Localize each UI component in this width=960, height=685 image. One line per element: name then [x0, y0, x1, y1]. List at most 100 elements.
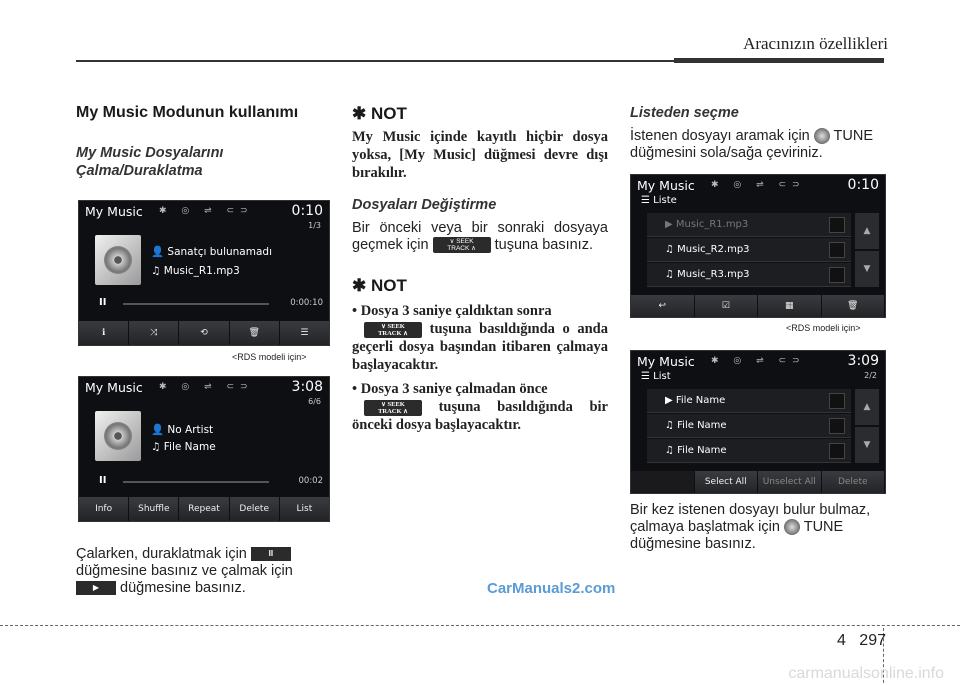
- checkbox[interactable]: [829, 418, 845, 434]
- list-item[interactable]: ▶ Music_R1.mp3: [647, 213, 851, 237]
- clock: 3:08: [291, 379, 323, 395]
- delete-button[interactable]: Delete: [821, 471, 885, 493]
- column-1: My Music Modunun kullanımı My Music Dosy…: [76, 100, 331, 180]
- track-counter: 6/6: [308, 397, 321, 406]
- song-line: ♫ Music_R1.mp3: [151, 265, 240, 277]
- status-icons: ✱ ◎ ⇌ ⊂⊃: [711, 356, 806, 366]
- list-header: ☰ Liste: [641, 195, 677, 206]
- list-screen-1: My Music ✱ ◎ ⇌ ⊂⊃ 0:10 ☰ Liste ▶ Music_R…: [630, 174, 886, 318]
- section-heading: My Music Modunun kullanımı: [76, 104, 299, 121]
- clock: 0:10: [291, 203, 323, 219]
- list-item[interactable]: ♫ File Name: [647, 439, 851, 463]
- page-counter: 2/2: [864, 371, 877, 380]
- caption-rds-3: <RDS modeli için>: [786, 323, 861, 333]
- list-label: Liste: [653, 195, 677, 206]
- checkbox[interactable]: [829, 267, 845, 283]
- tune-knob-icon: [813, 128, 830, 145]
- tune-knob-icon: [783, 519, 800, 536]
- seek-label: SEEK: [387, 322, 405, 330]
- list-item-label: File Name: [677, 420, 727, 431]
- para-text: düğmesine basınız ve çalmak için: [76, 563, 293, 579]
- pause-icon[interactable]: II: [99, 475, 106, 486]
- list-header: ☰ List: [641, 371, 671, 382]
- list-button-bar: ↩ ☑ ▦ 🗑: [631, 295, 885, 317]
- select-all-icon[interactable]: ▦: [758, 295, 822, 317]
- screen-title: My Music: [637, 354, 695, 369]
- info-button[interactable]: Info: [79, 497, 130, 521]
- bullet-text: • Dosya 3 saniye çalmadan önce: [352, 381, 548, 397]
- clock: 0:10: [847, 177, 879, 193]
- checkbox[interactable]: [829, 217, 845, 233]
- track-label: TRACK: [378, 329, 402, 337]
- seek-track-button-icon: ∨ SEEK TRACK ∧: [364, 399, 422, 416]
- checkbox[interactable]: [829, 393, 845, 409]
- list-button[interactable]: List: [279, 497, 329, 521]
- note-title-2: ✱ NOT: [352, 276, 407, 295]
- header-title: Aracınızın özellikleri: [743, 34, 888, 53]
- seek-track-button-icon: ∨ SEEK TRACK ∧: [432, 237, 491, 254]
- shuffle-icon[interactable]: ⤨: [129, 321, 180, 345]
- list-item-label: Music_R1.mp3: [675, 219, 749, 230]
- change-files-paragraph: Bir önceki veya bir sonraki dosyaya geçm…: [352, 220, 608, 254]
- artist-line: 👤 Sanatçı bulunamadı: [151, 246, 272, 258]
- unselect-all-button[interactable]: Unselect All: [758, 471, 822, 493]
- footer-rule: [0, 625, 960, 626]
- list-item-label: Music_R3.mp3: [677, 269, 750, 280]
- artist-name: No Artist: [167, 424, 214, 436]
- seek-label: SEEK: [387, 400, 405, 408]
- progress-bar[interactable]: [123, 303, 269, 305]
- repeat-button[interactable]: Repeat: [179, 497, 230, 521]
- now-playing-screen-1: My Music ✱ ◎ ⇌ ⊂⊃ 0:10 1/3 👤 Sanatçı bul…: [78, 200, 330, 346]
- list-item[interactable]: ♫ Music_R2.mp3: [647, 238, 851, 262]
- button-bar: Info Shuffle Repeat Delete List: [79, 497, 329, 521]
- pause-icon[interactable]: II: [99, 297, 106, 308]
- select-all-button[interactable]: Select All: [694, 471, 758, 493]
- album-art-icon: [95, 235, 141, 285]
- scroll-down-icon[interactable]: ▼: [855, 427, 879, 463]
- subheading-change-files: Dosyaları Değiştirme: [352, 197, 497, 213]
- scroll-up-icon[interactable]: ▲: [855, 213, 879, 249]
- artist-name: Sanatçı bulunamadı: [167, 246, 272, 258]
- bullet-2: • Dosya 3 saniye çalmadan önce ∨ SEEK TRA…: [352, 380, 608, 434]
- search-paragraph: İstenen dosyayı aramak için TUNE düğmesi…: [630, 128, 886, 162]
- bullet-text: • Dosya 3 saniye çaldıktan sonra: [352, 303, 552, 319]
- track-counter: 1/3: [308, 221, 321, 230]
- list-item[interactable]: ♫ File Name: [647, 414, 851, 438]
- list-icon[interactable]: ☰: [279, 321, 329, 345]
- elapsed-time: 00:02: [298, 476, 324, 486]
- scroll-up-icon[interactable]: ▲: [855, 389, 879, 425]
- watermark-bottom: carmanualsonline.info: [788, 665, 944, 682]
- track-label: TRACK: [447, 245, 470, 253]
- screen-title: My Music: [85, 204, 143, 219]
- screen-title: My Music: [85, 380, 143, 395]
- para-text: tuşuna basınız.: [494, 237, 593, 253]
- header-rule-accent: [674, 58, 884, 63]
- list-item[interactable]: ▶ File Name: [647, 389, 851, 413]
- subheading-list-select: Listeden seçme: [630, 105, 739, 121]
- clock: 3:09: [847, 353, 879, 369]
- checkbox[interactable]: [829, 443, 845, 459]
- status-icons: ✱ ◎ ⇌ ⊂⊃: [159, 206, 254, 216]
- track-label: TRACK: [378, 407, 402, 415]
- progress-row: II 00:02: [79, 475, 329, 489]
- delete-icon[interactable]: 🗑: [821, 295, 885, 317]
- progress-bar[interactable]: [123, 481, 269, 483]
- page-number-value: 297: [859, 632, 886, 649]
- seek-label: SEEK: [456, 238, 474, 246]
- start-play-paragraph: Bir kez istenen dosyayı bulur bulmaz, ça…: [630, 502, 886, 553]
- scroll-down-icon[interactable]: ▼: [855, 251, 879, 287]
- column-2: ✱ NOT My Music içinde kayıtlı hiçbir dos…: [352, 100, 608, 434]
- shuffle-button[interactable]: Shuffle: [129, 497, 180, 521]
- select-icon[interactable]: ☑: [694, 295, 758, 317]
- checkbox[interactable]: [829, 242, 845, 258]
- para-text: Çalarken, duraklatmak için: [76, 546, 247, 562]
- song-name: Music_R1.mp3: [163, 265, 240, 277]
- back-icon[interactable]: ↩: [631, 295, 695, 317]
- list-item-label: Music_R2.mp3: [677, 244, 750, 255]
- delete-button[interactable]: Delete: [229, 497, 280, 521]
- repeat-icon[interactable]: ⟲: [179, 321, 230, 345]
- list-screen-2: My Music ✱ ◎ ⇌ ⊂⊃ 3:09 2/2 ☰ List ▶ File…: [630, 350, 886, 494]
- delete-icon[interactable]: 🗑: [229, 321, 280, 345]
- info-icon[interactable]: ℹ: [79, 321, 130, 345]
- list-item[interactable]: ♫ Music_R3.mp3: [647, 263, 851, 287]
